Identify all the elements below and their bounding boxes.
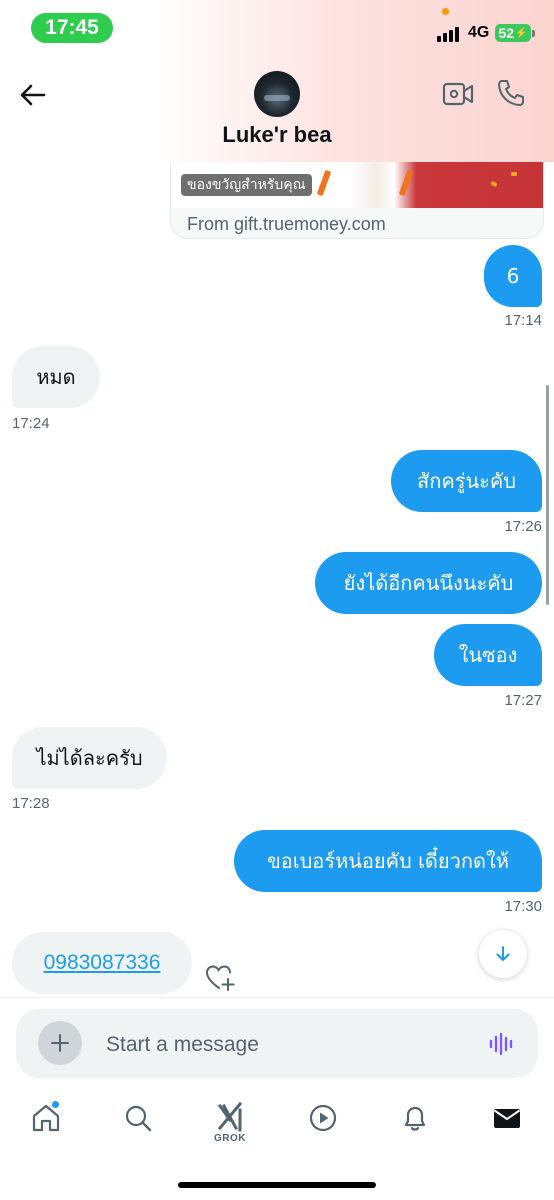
back-button[interactable] <box>16 78 50 112</box>
avatar[interactable] <box>254 71 300 117</box>
privacy-indicator <box>442 8 449 15</box>
battery-icon: 52 ⚡ <box>495 24 531 42</box>
message-bubble-outgoing[interactable]: สักครู่นะคับ <box>391 450 542 512</box>
message-bubble-incoming[interactable]: 0983087336 <box>12 932 192 994</box>
message-bubble-incoming[interactable]: หมด <box>12 346 100 408</box>
message-composer <box>16 1009 538 1078</box>
add-media-button[interactable] <box>38 1021 82 1065</box>
message-input[interactable] <box>104 1029 458 1061</box>
video-call-button[interactable] <box>442 80 474 108</box>
message-text: 6 <box>506 264 520 288</box>
message-timestamp: 17:24 <box>12 415 50 432</box>
message-bubble-outgoing[interactable]: ยังได้อีกคนนึงนะคับ <box>315 552 542 614</box>
video-camera-icon <box>442 82 474 106</box>
grok-icon <box>217 1102 243 1132</box>
phone-number-link[interactable]: 0983087336 <box>44 951 161 975</box>
voice-wave-icon <box>489 1032 513 1056</box>
message-bubble-outgoing[interactable]: ขอเบอร์หน่อยคับ เดี๋ยวกดให้ <box>234 830 542 892</box>
link-domain: From gift.truemoney.com <box>187 214 386 234</box>
heart-plus-icon <box>205 965 235 991</box>
composer-divider <box>0 997 554 998</box>
link-preview-card[interactable]: ของขวัญสำหรับคุณ From gift.truemoney.com <box>170 162 544 239</box>
message-bubble-outgoing[interactable]: ในซอง <box>434 624 542 686</box>
phone-icon <box>498 80 524 106</box>
scroll-to-bottom-button[interactable] <box>479 930 527 978</box>
tab-grok[interactable]: GROK <box>210 1102 250 1146</box>
mail-icon <box>493 1109 521 1128</box>
gift-image-stripe <box>316 169 332 197</box>
grok-label: GROK <box>214 1133 246 1144</box>
network-type: 4G <box>468 24 490 41</box>
gift-caption: ของขวัญสำหรับคุณ <box>181 174 312 196</box>
message-bubble-incoming[interactable]: ไม่ได้ละครับ <box>12 727 167 789</box>
bell-icon <box>404 1106 426 1131</box>
gift-image-confetti <box>511 172 517 176</box>
status-bar: 17:45 4G 52 ⚡ <box>0 0 554 56</box>
voice-call-button[interactable] <box>496 78 526 108</box>
tab-video[interactable] <box>303 1102 343 1146</box>
search-icon <box>125 1105 152 1132</box>
message-timestamp: 17:14 <box>504 312 542 329</box>
battery-cap <box>532 30 535 37</box>
message-text: ขอเบอร์หน่อยคับ เดี๋ยวกดให้ <box>267 849 509 873</box>
battery-level: 52 <box>498 25 515 41</box>
message-text: หมด <box>36 365 76 389</box>
gift-image-stripe <box>398 169 414 197</box>
message-text: สักครู่นะคับ <box>417 469 516 493</box>
contact-name[interactable]: Luke'r bea <box>0 122 554 148</box>
arrow-down-icon <box>496 946 510 961</box>
tab-home[interactable] <box>26 1102 66 1146</box>
voice-message-button[interactable] <box>488 1031 514 1057</box>
message-timestamp: 17:26 <box>504 518 542 535</box>
message-text: ในซอง <box>458 643 518 667</box>
status-time: 17:45 <box>31 13 113 43</box>
scrollbar[interactable] <box>546 385 549 605</box>
tab-search[interactable] <box>118 1102 158 1146</box>
message-timestamp: 17:28 <box>12 795 50 812</box>
gift-image: ของขวัญสำหรับคุณ <box>171 162 543 208</box>
home-indicator[interactable] <box>178 1182 376 1188</box>
play-icon <box>309 1104 337 1132</box>
signal-icon <box>437 26 463 42</box>
react-button[interactable] <box>204 962 236 992</box>
plus-icon <box>51 1034 69 1052</box>
bottom-tab-bar: GROK <box>0 1090 554 1160</box>
arrow-left-icon <box>20 84 46 106</box>
tab-notifications[interactable] <box>395 1102 435 1146</box>
message-timestamp: 17:27 <box>504 692 542 709</box>
message-text: ไม่ได้ละครับ <box>36 746 143 770</box>
tab-messages[interactable] <box>487 1102 527 1146</box>
message-timestamp: 17:30 <box>504 898 542 915</box>
message-bubble-outgoing[interactable]: 6 <box>484 245 542 307</box>
message-text: ยังได้อีกคนนึงนะคับ <box>343 571 514 595</box>
gift-image-confetti <box>490 180 498 188</box>
home-unread-dot <box>52 1101 59 1108</box>
